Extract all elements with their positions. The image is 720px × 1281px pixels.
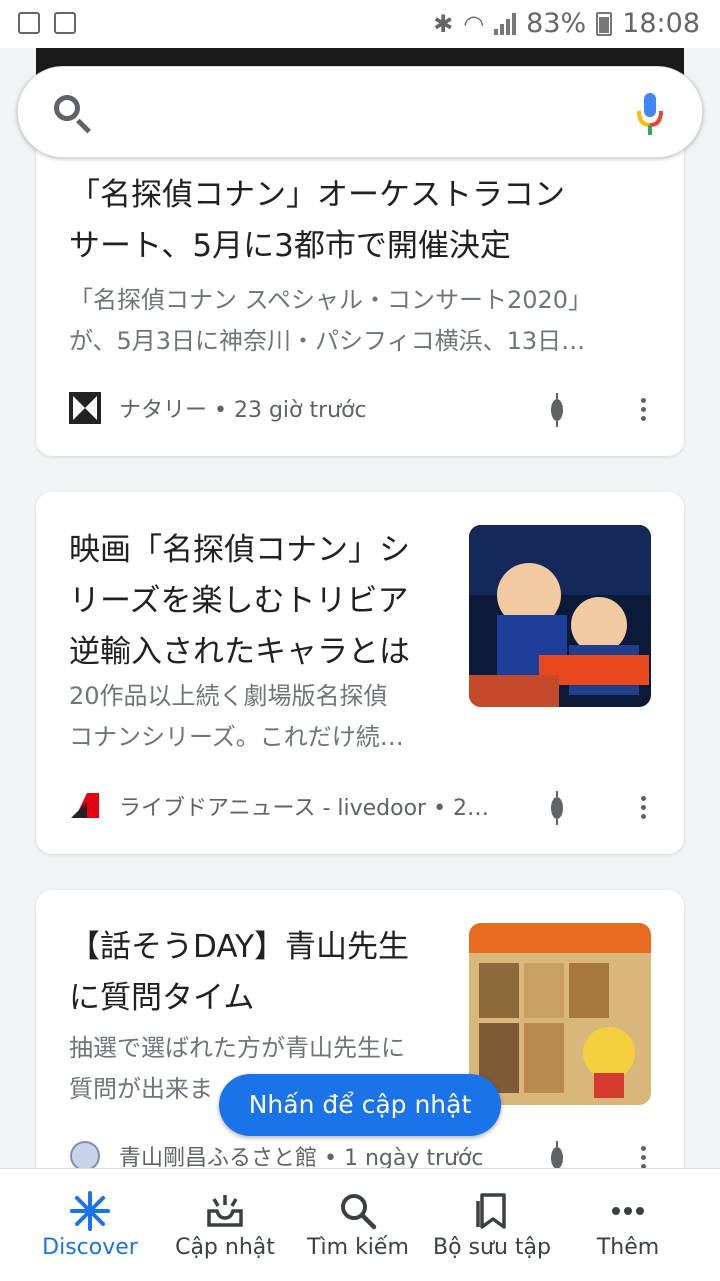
clock: 18:08 [622,8,700,39]
card-source: ナタリー • 23 giờ trước [69,392,367,424]
microphone-icon[interactable] [636,91,664,137]
more-options-icon[interactable] [641,1146,646,1169]
calendar-icon [18,12,40,34]
battery-icon [596,11,613,36]
news-card[interactable]: 「名探偵コナン」オーケストラコン サート、5月に3都市で開催決定 「名探偵コナン… [36,130,684,456]
search-input[interactable] [118,87,622,139]
card-snippet: 20作品以上続く劇場版名探偵 コナンシリーズ。これだけ続… [69,682,404,751]
nav-updates[interactable]: Cập nhật [160,1169,290,1281]
search-icon [341,1194,377,1230]
collections-icon [476,1193,506,1229]
nav-search[interactable]: Tìm kiếm [298,1169,418,1281]
more-horiz-icon [612,1207,644,1215]
natalie-logo-icon [69,392,101,424]
signal-icon [494,12,517,35]
bottom-navigation: Discover Cập nhật Tìm kiếm Bộ sưu tập Th… [0,1168,720,1281]
battery-percent: 83% [526,8,587,39]
refresh-feed-button[interactable]: Nhấn để cập nhật [219,1074,501,1136]
asterisk-icon [70,1191,110,1231]
card-source: ライブドアニュース - livedoor • 2… [69,790,489,822]
card-title: 「名探偵コナン」オーケストラコン サート、5月に3都市で開催決定 [69,177,565,264]
livedoor-logo-icon [71,793,99,818]
status-bar: ✱ ◠ 83% 18:08 [0,0,720,48]
search-icon [54,95,80,121]
card-thumbnail [469,525,651,707]
search-bar[interactable] [17,66,703,158]
card-thumbnail [469,923,651,1105]
relevance-icon[interactable] [551,392,563,427]
card-title: 映画「名探偵コナン」シ リーズを楽しむトリビア 逆輸入されたキャラとは [69,532,410,670]
news-card[interactable]: 映画「名探偵コナン」シ リーズを楽しむトリビア 逆輸入されたキャラとは 20作品… [36,492,684,854]
nav-more[interactable]: Thêm [568,1169,688,1281]
relevance-icon[interactable] [551,1140,563,1175]
relevance-icon[interactable] [551,790,563,825]
gallery-icon [54,12,76,34]
nav-collections[interactable]: Bộ sưu tập [428,1169,556,1281]
wifi-icon: ◠ [463,9,485,38]
nav-discover[interactable]: Discover [20,1169,160,1281]
card-title: 【話そうDAY】青山先生 に質問タイム [69,929,410,1016]
bluetooth-icon: ✱ [433,9,454,38]
updates-tray-icon [207,1195,243,1227]
more-options-icon[interactable] [641,398,646,421]
more-options-icon[interactable] [641,796,646,819]
card-snippet: 「名探偵コナン スペシャル・コンサート2020」 が、5月3日に神奈川・パシフィ… [69,286,593,355]
